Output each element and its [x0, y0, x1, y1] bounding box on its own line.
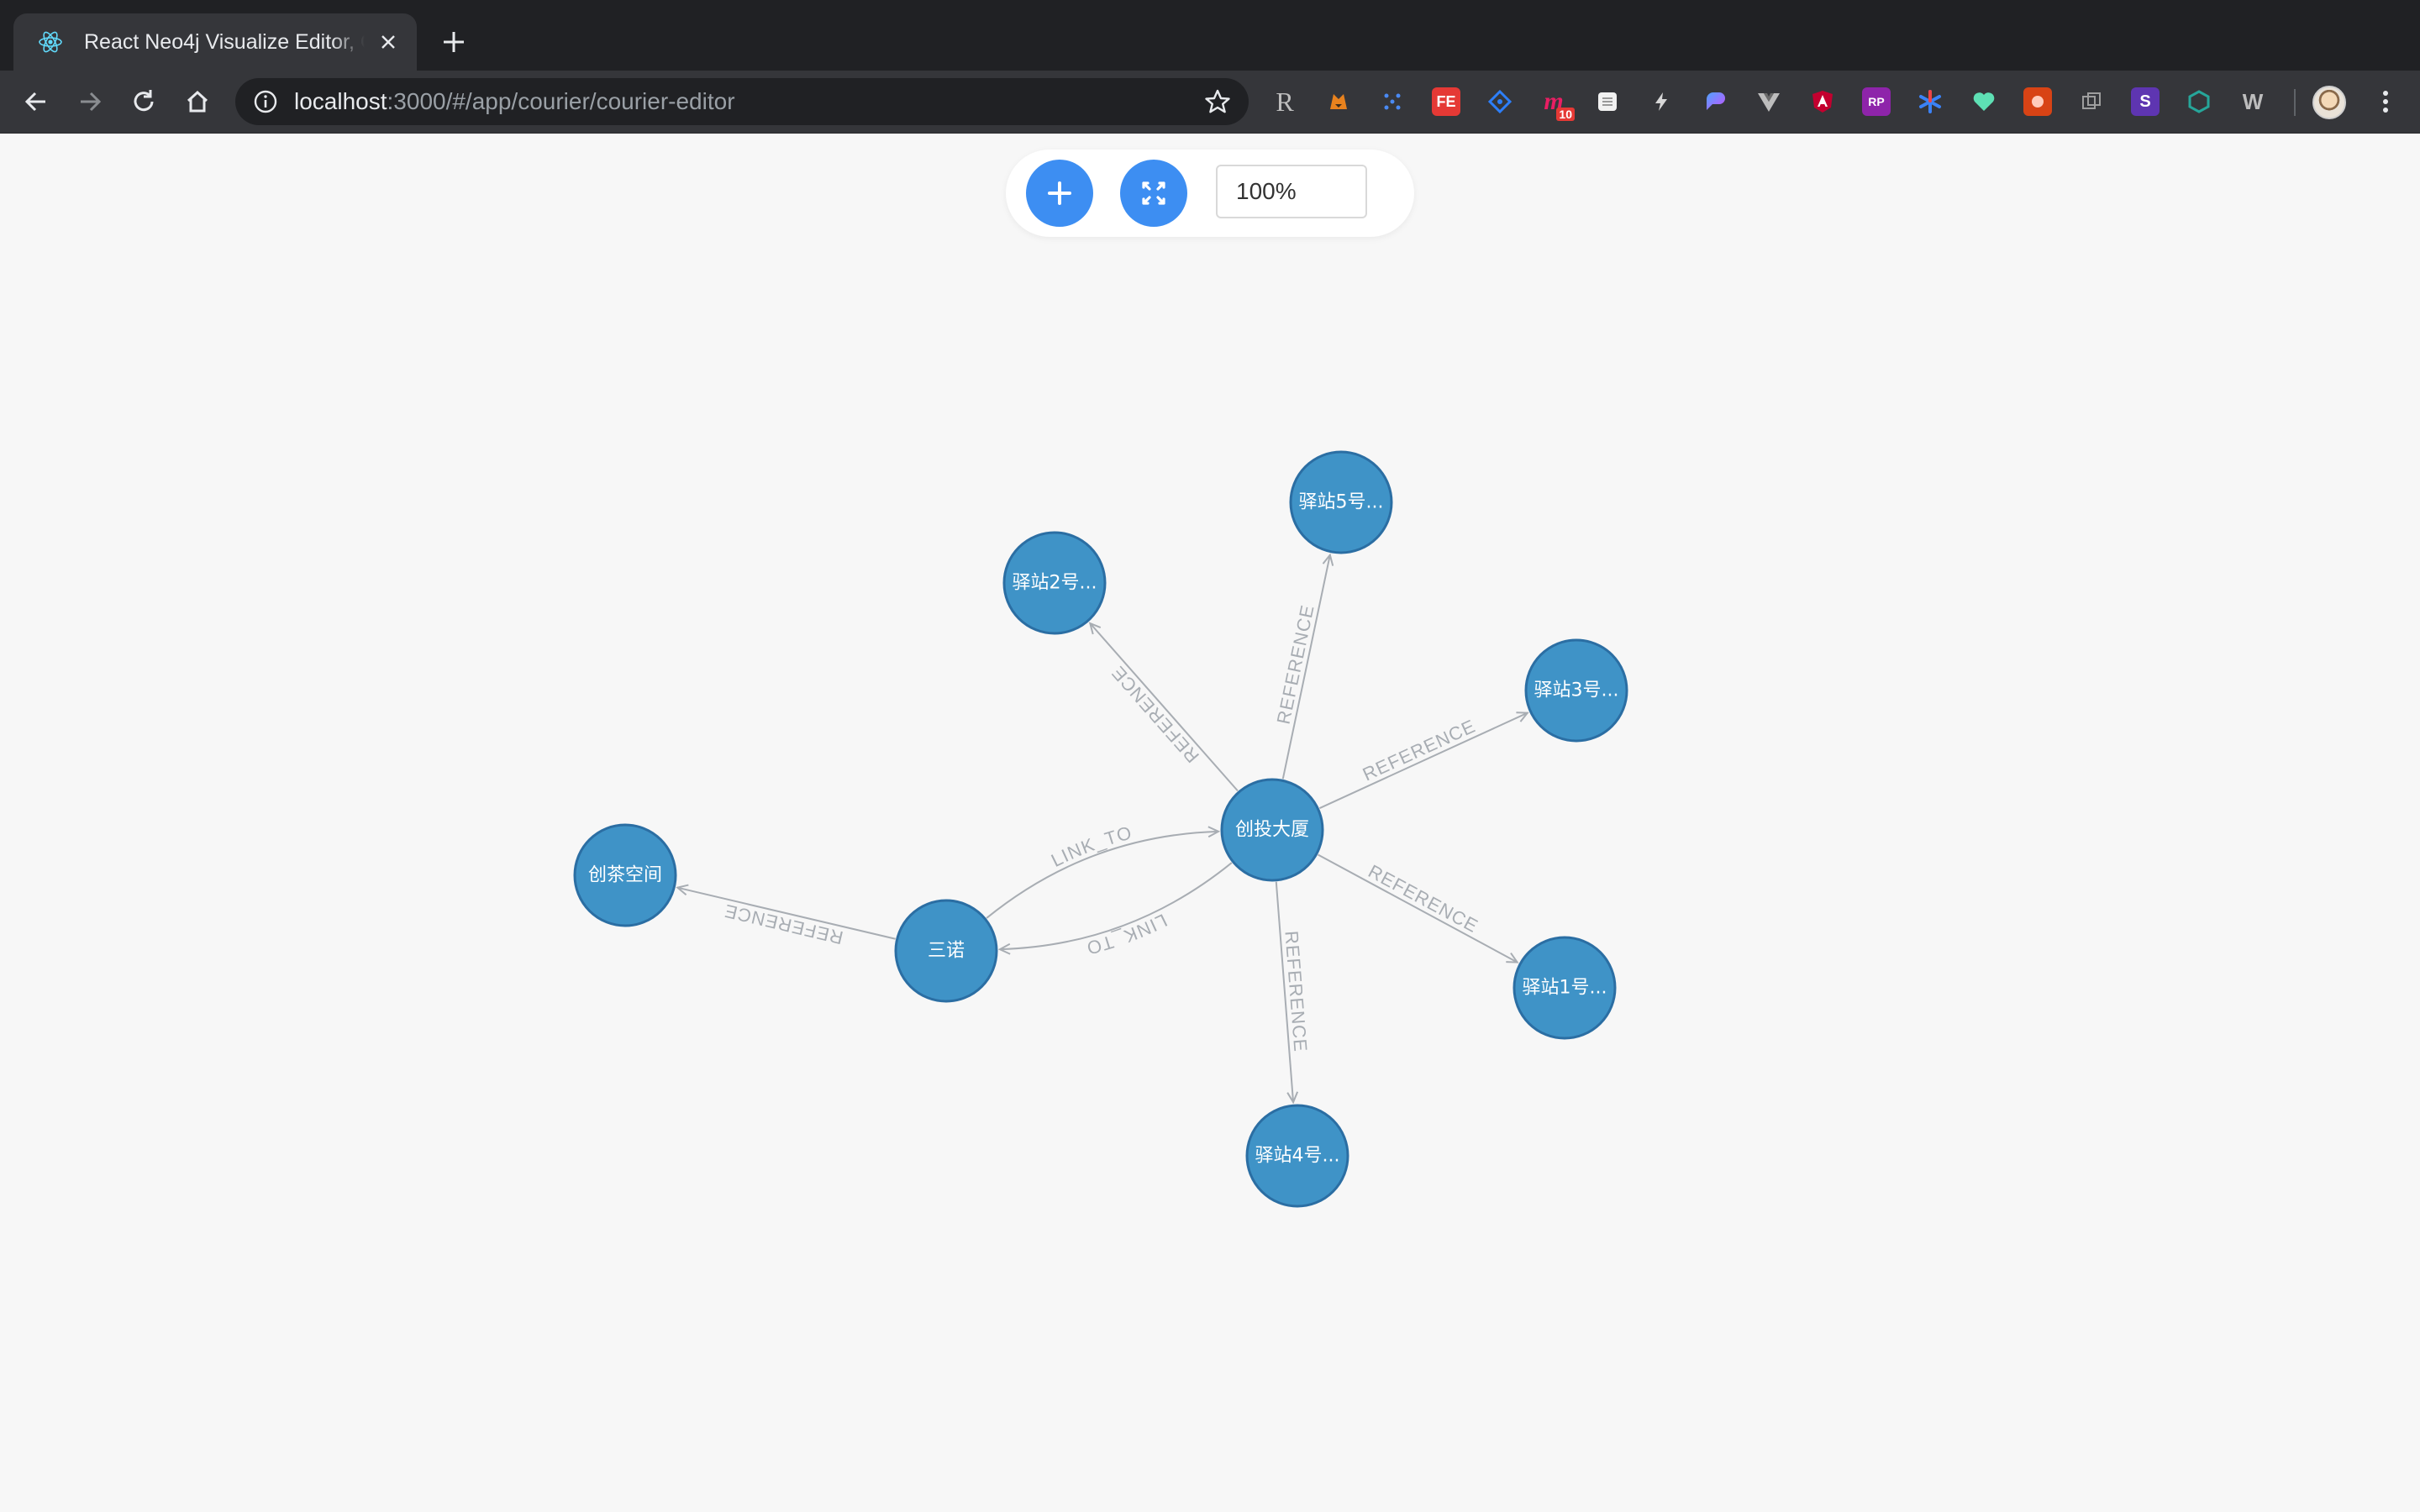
relationship-label: REFERENCE — [1107, 662, 1203, 767]
relationship-edge[interactable] — [1090, 623, 1239, 792]
extension-grid-icon[interactable] — [1593, 87, 1622, 116]
url-text[interactable]: localhost:3000/#/app/courier/courier-edi… — [294, 88, 1203, 115]
extension-hex-icon[interactable] — [2185, 87, 2213, 116]
relationship-label-text: REFERENCE — [1273, 602, 1318, 726]
nodes-layer: 创投大厦三诺 创茶空间驿站1号... 驿站2号... 驿站3号... 驿站4号... 驿站… — [573, 450, 1628, 1208]
extension-asterisk-icon[interactable] — [1916, 87, 1944, 116]
extension-vue-icon[interactable] — [1754, 87, 1783, 116]
node-circle[interactable] — [573, 823, 677, 927]
extension-puzzle-icon[interactable] — [2023, 87, 2052, 116]
extension-layers-icon[interactable] — [2077, 87, 2106, 116]
extension-badge: 10 — [1556, 108, 1575, 121]
extension-s-icon[interactable]: S — [2131, 87, 2160, 116]
graph-node[interactable]: 驿站1号... — [1512, 936, 1617, 1040]
graph-node[interactable]: 三诺 — [894, 899, 998, 1003]
address-bar[interactable]: localhost:3000/#/app/courier/courier-edi… — [235, 78, 1249, 125]
relationship-label-text: REFERENCE — [1365, 860, 1481, 937]
browser-tab[interactable]: React Neo4j Visualize Editor, C — [13, 13, 417, 71]
react-logo-icon — [39, 31, 62, 53]
graph-node[interactable]: 创投大厦 — [1220, 778, 1324, 882]
extension-fe-icon[interactable]: FE — [1432, 87, 1460, 116]
graph-node[interactable]: 驿站4号... — [1245, 1104, 1349, 1208]
extension-dots-icon[interactable] — [1378, 87, 1407, 116]
extension-w-icon[interactable]: W — [2238, 87, 2267, 116]
edges-layer: REFERENCE REFERENCE REFERENCE REFERENCE REFE… — [677, 555, 1528, 1103]
node-circle[interactable] — [1512, 936, 1617, 1040]
relationship-label: REFERENCE — [1360, 715, 1479, 785]
profile-avatar[interactable] — [2312, 86, 2346, 119]
relationship-label-text: REFERENCE — [722, 900, 844, 949]
extension-m-icon[interactable]: m 10 — [1539, 87, 1575, 121]
info-icon[interactable] — [252, 88, 279, 115]
node-circle[interactable] — [894, 899, 998, 1003]
graph-node[interactable]: 创茶空间 — [573, 823, 677, 927]
node-circle[interactable] — [1245, 1104, 1349, 1208]
relationship-label-text: REFERENCE — [1107, 662, 1202, 767]
graph-node[interactable]: 驿站2号... — [1002, 531, 1107, 635]
back-arrow-icon[interactable] — [20, 86, 52, 118]
relationship-edge[interactable] — [1318, 713, 1527, 810]
extension-fox-icon[interactable] — [1324, 87, 1353, 116]
graph-node[interactable]: 驿站5号... — [1289, 450, 1393, 554]
extension-heart-icon[interactable] — [1970, 87, 1998, 116]
relationship-label: REFERENCE — [1365, 860, 1481, 937]
node-circle[interactable] — [1002, 531, 1107, 635]
tab-title: React Neo4j Visualize Editor, C — [84, 29, 365, 54]
relationship-label: REFERENCE — [722, 900, 845, 949]
relationship-label-text: REFERENCE — [1360, 715, 1478, 785]
extension-rp-icon[interactable]: RP — [1862, 87, 1891, 116]
forward-arrow-icon[interactable] — [74, 86, 106, 118]
bookmark-star-icon[interactable] — [1203, 87, 1232, 116]
relationship-edge[interactable] — [1318, 853, 1518, 962]
relationship-label: REFERENCE — [1273, 602, 1318, 726]
extension-r-icon[interactable]: R — [1270, 87, 1299, 117]
home-icon[interactable] — [182, 86, 213, 118]
extension-diamond-icon[interactable] — [1486, 87, 1514, 116]
browser-tab-strip: React Neo4j Visualize Editor, C — [0, 0, 2420, 71]
extension-bolt-icon[interactable] — [1647, 87, 1676, 116]
graph-node[interactable]: 驿站3号... — [1524, 638, 1628, 743]
browser-toolbar: localhost:3000/#/app/courier/courier-edi… — [0, 71, 2420, 134]
toolbar-divider — [2294, 89, 2296, 116]
more-menu-icon[interactable] — [2370, 86, 2402, 118]
graph-canvas[interactable]: REFERENCE REFERENCE REFERENCE REFERENCE REFE… — [0, 133, 2420, 1512]
node-circle[interactable] — [1289, 450, 1393, 554]
extension-gradient-icon[interactable] — [1701, 87, 1729, 116]
extension-angular-icon[interactable] — [1808, 87, 1837, 116]
close-icon[interactable] — [376, 30, 400, 54]
url-path: :3000/#/app/courier/courier-editor — [387, 88, 735, 114]
reload-icon[interactable] — [128, 86, 160, 118]
node-circle[interactable] — [1220, 778, 1324, 882]
node-circle[interactable] — [1524, 638, 1628, 743]
new-tab-plus-icon[interactable] — [437, 25, 471, 59]
url-host: localhost — [294, 88, 387, 114]
